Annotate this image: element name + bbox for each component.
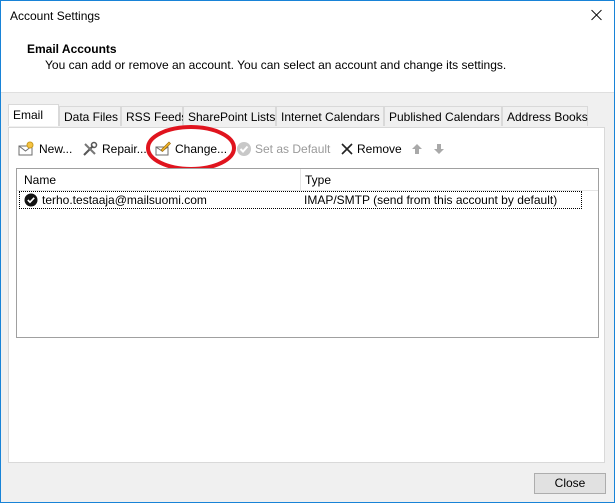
title-bar: Account Settings: [1, 1, 614, 32]
remove-x-icon: [341, 143, 353, 155]
set-as-default-button[interactable]: Set as Default: [236, 140, 330, 158]
change-account-icon: [155, 141, 171, 156]
new-account-button[interactable]: New...: [18, 140, 74, 158]
tab-address-books[interactable]: Address Books: [502, 106, 588, 126]
tab-data-files[interactable]: Data Files: [59, 106, 121, 126]
header-description: You can add or remove an account. You ca…: [45, 58, 507, 72]
move-down-button[interactable]: [431, 140, 445, 158]
repair-button[interactable]: Repair...: [82, 140, 147, 158]
account-name: terho.testaaja@mailsuomi.com: [42, 193, 207, 207]
column-divider[interactable]: [300, 169, 301, 190]
tab-sharepoint-lists[interactable]: SharePoint Lists: [183, 106, 276, 126]
dialog-header: Email Accounts You can add or remove an …: [1, 32, 614, 93]
tab-internet-calendars[interactable]: Internet Calendars: [276, 106, 384, 126]
remove-label: Remove: [357, 142, 402, 156]
tab-published-calendars[interactable]: Published Calendars: [384, 106, 502, 126]
checkmark-circle-icon: [237, 142, 251, 156]
change-label: Change...: [175, 142, 228, 156]
column-header-name[interactable]: Name: [24, 173, 56, 187]
change-button[interactable]: Change...: [155, 140, 227, 158]
arrow-up-icon: [412, 144, 422, 154]
list-header: Name Type: [17, 169, 598, 191]
tab-email[interactable]: Email: [8, 104, 59, 126]
account-type: IMAP/SMTP (send from this account by def…: [304, 193, 558, 207]
window-title: Account Settings: [10, 9, 101, 23]
repair-tools-icon: [83, 141, 98, 156]
remove-button[interactable]: Remove: [339, 140, 402, 158]
set-as-default-label: Set as Default: [255, 142, 331, 156]
account-row[interactable]: terho.testaaja@mailsuomi.com IMAP/SMTP (…: [19, 191, 582, 209]
default-account-check-icon: [24, 193, 38, 207]
move-up-button[interactable]: [409, 140, 423, 158]
column-header-type[interactable]: Type: [305, 173, 331, 187]
close-button[interactable]: Close: [534, 473, 606, 494]
arrow-down-icon: [434, 144, 444, 154]
tab-rss-feeds[interactable]: RSS Feeds: [121, 106, 187, 126]
new-label: New...: [39, 142, 73, 156]
new-mail-icon: [18, 141, 34, 156]
repair-label: Repair...: [102, 142, 147, 156]
header-title: Email Accounts: [27, 42, 117, 56]
close-window-icon[interactable]: [587, 6, 607, 26]
accounts-list[interactable]: Name Type terho.testaaja@mailsuomi.com I…: [16, 168, 599, 338]
